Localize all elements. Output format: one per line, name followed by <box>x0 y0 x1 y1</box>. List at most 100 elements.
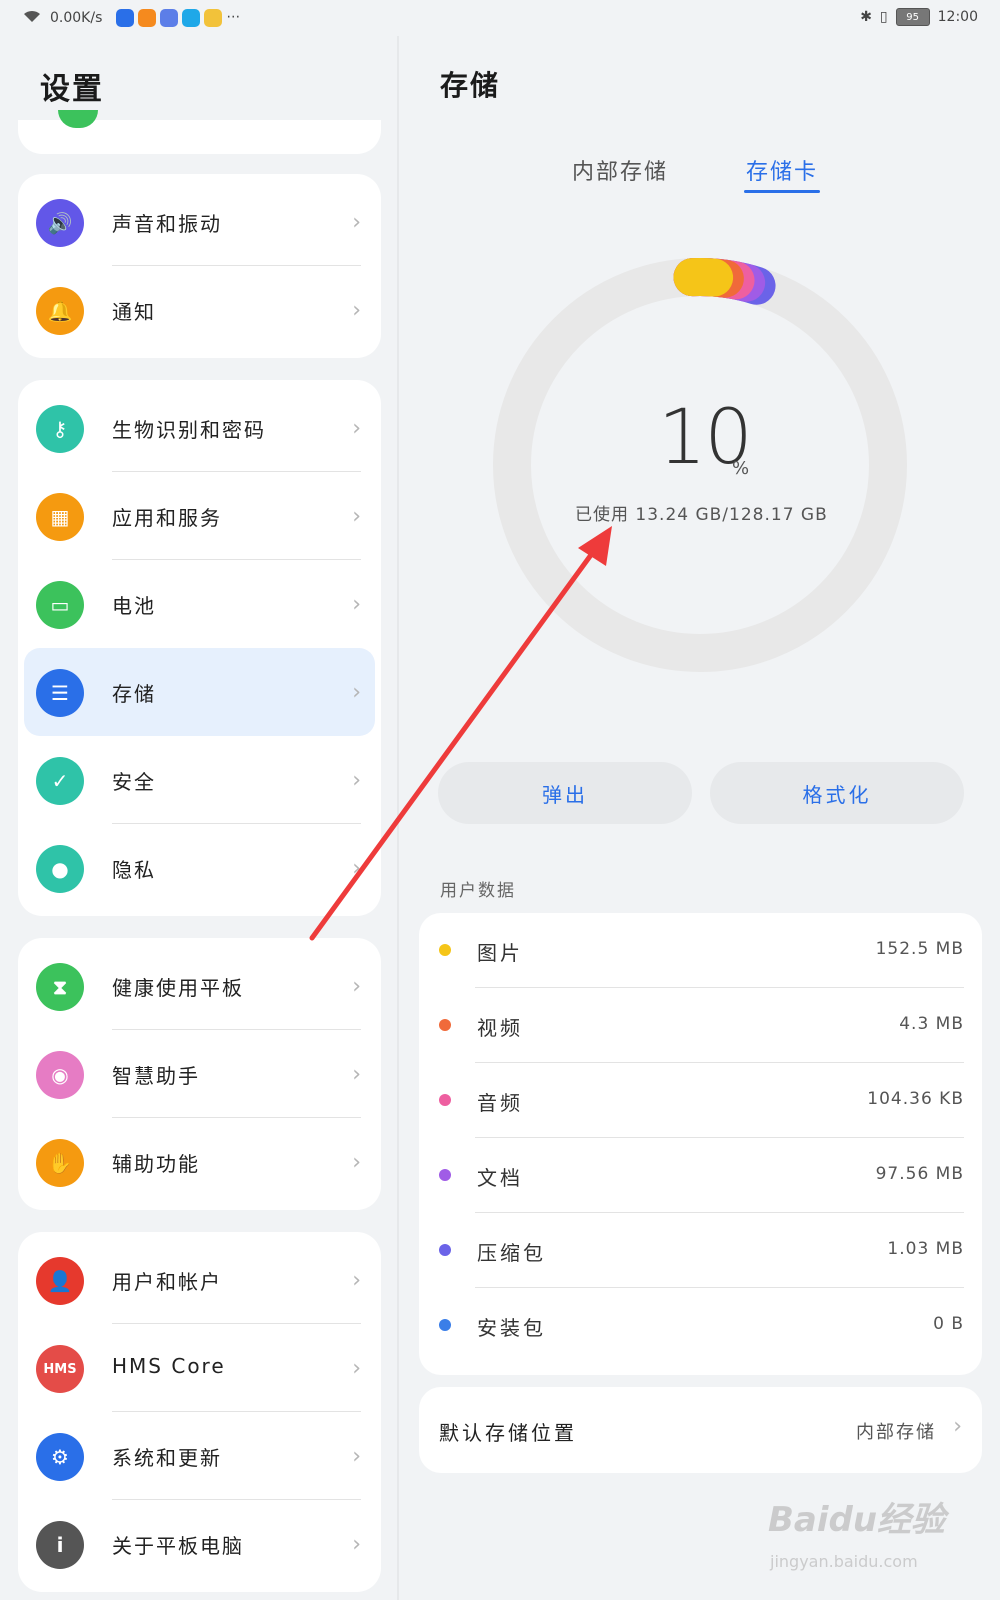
chevron-right-icon: › <box>352 1062 361 1087</box>
sidebar-item-label: 辅助功能 <box>112 1152 200 1176</box>
list-item[interactable]: 压缩包 1.03 MB <box>419 1213 982 1288</box>
sidebar-item-bell[interactable]: 🔔 通知 › <box>18 266 381 354</box>
category-name: 图片 <box>477 941 523 965</box>
sidebar-item-shield-check[interactable]: ✓ 安全 › <box>18 736 381 824</box>
sidebar-item-label: HMS Core <box>112 1354 226 1378</box>
hand-icon: ✋ <box>36 1139 84 1187</box>
sidebar-item-label: 存储 <box>112 682 156 706</box>
network-speed: 0.00K/s <box>50 10 103 26</box>
default-storage-location-value: 内部存储 <box>856 1422 936 1443</box>
list-item[interactable]: 安装包 0 B <box>419 1288 982 1363</box>
tab-internal-storage[interactable]: 内部存储 <box>572 154 668 186</box>
chevron-right-icon: › <box>352 298 361 323</box>
eject-button[interactable]: 弹出 <box>438 762 692 824</box>
app-notification-icon <box>116 9 135 27</box>
baidu-watermark-logo: Baidu经验 <box>768 1500 946 1540</box>
storage-title: 存储 <box>440 69 501 102</box>
tab-storage-card[interactable]: 存储卡 <box>746 154 818 186</box>
settings-group: 👤 用户和帐户 › HMS HMS Core › ⚙ 系统和更新 › i 关于平板电脑 › <box>18 1232 381 1592</box>
sidebar-item-apps[interactable]: ▦ 应用和服务 › <box>18 472 381 560</box>
sidebar-item-label: 关于平板电脑 <box>112 1534 244 1558</box>
category-color-dot <box>439 1019 451 1031</box>
category-name: 视频 <box>477 1016 523 1040</box>
list-item[interactable]: 图片 152.5 MB <box>419 913 982 988</box>
privacy-shield-icon: ● <box>36 845 84 893</box>
assistant-icon: ◉ <box>36 1051 84 1099</box>
key-icon: ⚷ <box>36 405 84 453</box>
chevron-right-icon: › <box>352 1444 361 1469</box>
default-storage-location-row[interactable]: 默认存储位置 内部存储 › <box>419 1387 982 1473</box>
shield-check-icon: ✓ <box>36 757 84 805</box>
chevron-right-icon: › <box>352 1532 361 1557</box>
category-size: 0 B <box>933 1314 964 1334</box>
weibo-notification-icon <box>204 9 223 27</box>
sidebar-item-label: 声音和振动 <box>112 212 222 236</box>
settings-group: ⧗ 健康使用平板 › ◉ 智慧助手 › ✋ 辅助功能 › <box>18 938 381 1210</box>
wifi-icon <box>22 8 42 28</box>
sidebar-item-label: 智慧助手 <box>112 1064 200 1088</box>
category-name: 安装包 <box>477 1316 546 1340</box>
sidebar-item-privacy-shield[interactable]: ● 隐私 › <box>18 824 381 912</box>
sidebar-item-user[interactable]: 👤 用户和帐户 › <box>18 1236 381 1324</box>
default-storage-location-label: 默认存储位置 <box>439 1421 577 1445</box>
ring-usage-segment <box>673 258 734 297</box>
user-icon: 👤 <box>36 1257 84 1305</box>
partial-settings-icon <box>58 110 98 128</box>
sidebar-item-battery[interactable]: ▭ 电池 › <box>18 560 381 648</box>
bluetooth-icon: ✱ <box>860 9 872 25</box>
user-data-list: 图片 152.5 MB 视频 4.3 MB 音频 104.36 KB 文档 97.56 MB 压… <box>419 913 982 1375</box>
video-app-notification-icon <box>138 9 157 27</box>
sidebar-item-label: 生物识别和密码 <box>112 418 266 442</box>
chevron-right-icon: › <box>352 1150 361 1175</box>
storage-icon: ☰ <box>36 669 84 717</box>
sidebar-item-label: 应用和服务 <box>112 506 222 530</box>
chevron-right-icon: › <box>352 856 361 881</box>
sidebar-item-key[interactable]: ⚷ 生物识别和密码 › <box>18 384 381 472</box>
sidebar-item-label: 电池 <box>112 594 156 618</box>
sidebar-item-storage[interactable]: ☰ 存储 › <box>24 648 375 736</box>
list-item[interactable]: 文档 97.56 MB <box>419 1138 982 1213</box>
sidebar-item-speaker[interactable]: 🔊 声音和振动 › <box>18 178 381 266</box>
chevron-right-icon: › <box>352 592 361 617</box>
category-name: 文档 <box>477 1166 523 1190</box>
vibrate-icon: ▯ <box>879 9 888 25</box>
chevron-right-icon: › <box>352 416 361 441</box>
category-color-dot <box>439 944 451 956</box>
user-data-heading: 用户数据 <box>440 881 516 901</box>
sidebar-item-hand[interactable]: ✋ 辅助功能 › <box>18 1118 381 1206</box>
list-item[interactable]: 音频 104.36 KB <box>419 1063 982 1138</box>
chevron-right-icon: › <box>352 210 361 235</box>
speaker-icon: 🔊 <box>36 199 84 247</box>
category-color-dot <box>439 1244 451 1256</box>
sidebar-item-label: 安全 <box>112 770 156 794</box>
sidebar-item-label: 用户和帐户 <box>112 1270 222 1294</box>
sidebar-item-hms[interactable]: HMS HMS Core › <box>18 1324 381 1412</box>
battery-icon: ▭ <box>36 581 84 629</box>
list-item[interactable]: 视频 4.3 MB <box>419 988 982 1063</box>
clock: 12:00 <box>937 9 978 25</box>
active-tab-indicator <box>744 190 820 193</box>
hms-icon: HMS <box>36 1345 84 1393</box>
category-size: 1.03 MB <box>887 1239 964 1259</box>
panel-divider <box>397 36 399 1600</box>
sidebar-item-info[interactable]: i 关于平板电脑 › <box>18 1500 381 1588</box>
battery-indicator: 95 <box>895 8 930 26</box>
category-size: 4.3 MB <box>899 1014 964 1034</box>
gear-icon: ⚙ <box>36 1433 84 1481</box>
chevron-right-icon: › <box>352 1356 361 1381</box>
category-color-dot <box>439 1094 451 1106</box>
chevron-right-icon: › <box>352 680 361 705</box>
format-button[interactable]: 格式化 <box>710 762 964 824</box>
sidebar-item-gear[interactable]: ⚙ 系统和更新 › <box>18 1412 381 1500</box>
category-name: 音频 <box>477 1091 523 1115</box>
category-name: 压缩包 <box>477 1241 546 1265</box>
settings-title: 设置 <box>40 72 104 107</box>
notification-app-icons: ⋯ <box>116 9 240 27</box>
chevron-right-icon: › <box>953 1414 962 1439</box>
sidebar-item-assistant[interactable]: ◉ 智慧助手 › <box>18 1030 381 1118</box>
info-icon: i <box>36 1521 84 1569</box>
chevron-right-icon: › <box>352 974 361 999</box>
category-size: 152.5 MB <box>875 939 964 959</box>
apps-icon: ▦ <box>36 493 84 541</box>
sidebar-item-hourglass[interactable]: ⧗ 健康使用平板 › <box>18 942 381 1030</box>
